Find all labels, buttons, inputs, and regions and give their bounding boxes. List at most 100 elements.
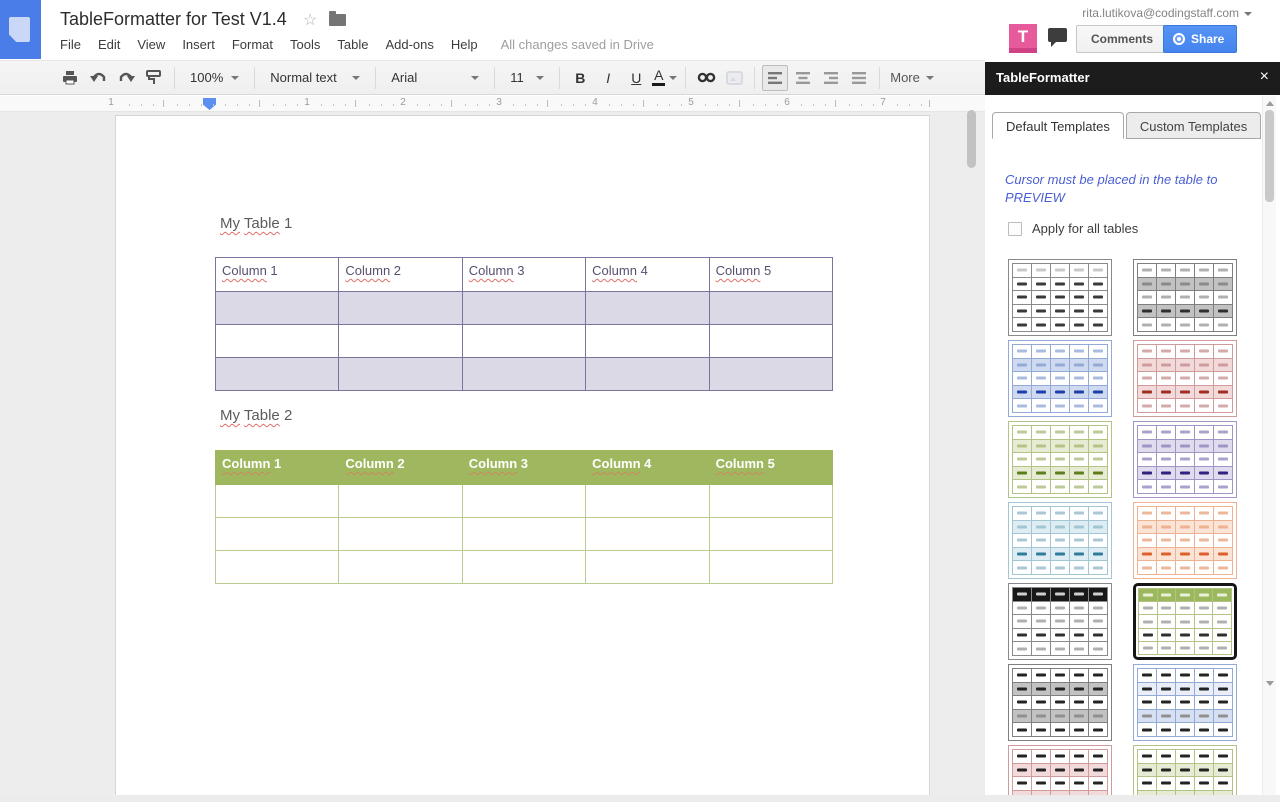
doc-table-2[interactable]: Column 1Column 2Column 3Column 4Column 5 [215,450,833,584]
doc-table-cell[interactable] [586,551,709,584]
comments-button[interactable]: Comments [1076,25,1168,53]
menu-item-help[interactable]: Help [451,37,478,52]
more-button[interactable]: More [890,70,934,85]
template-purple-striped[interactable] [1133,421,1237,498]
template-orange-striped[interactable] [1133,502,1237,579]
align-justify-button[interactable] [846,65,872,91]
insert-image-button[interactable] [721,65,747,91]
doc-table-cell[interactable] [216,358,339,391]
doc-table-1[interactable]: Column 1Column 2Column 3Column 4Column 5 [215,257,833,391]
indent-marker[interactable] [203,98,216,110]
doc-table-header-cell[interactable]: Column 3 [462,258,585,292]
template-black-header[interactable] [1008,583,1112,660]
doc-table-header-cell[interactable]: Column 1 [216,258,339,292]
doc-table-cell[interactable] [709,325,832,358]
table-heading-1[interactable]: My Table 1 [220,215,292,232]
account-email[interactable]: rita.lutikova@codingstaff.com [1082,6,1252,20]
template-blue-striped[interactable] [1008,340,1112,417]
redo-button[interactable] [113,65,139,91]
insert-link-button[interactable] [693,65,719,91]
doc-table-cell[interactable] [586,325,709,358]
share-button[interactable]: Share [1163,25,1237,53]
italic-button[interactable]: I [595,65,621,91]
template-plain[interactable] [1008,259,1112,336]
template-gray-striped[interactable] [1133,259,1237,336]
doc-table-cell[interactable] [462,551,585,584]
menu-item-format[interactable]: Format [232,37,273,52]
doc-table-cell[interactable] [586,358,709,391]
doc-table-cell[interactable] [462,325,585,358]
underline-button[interactable]: U [623,65,649,91]
doc-table-header-cell[interactable]: Column 5 [709,258,832,292]
doc-table-header-cell[interactable]: Column 3 [462,451,585,485]
doc-table-header-cell[interactable]: Column 4 [586,258,709,292]
doc-table-cell[interactable] [709,358,832,391]
template-gray-striped-bold[interactable] [1008,664,1112,741]
menu-item-tools[interactable]: Tools [290,37,320,52]
zoom-select[interactable]: 100% [183,65,246,91]
menu-item-edit[interactable]: Edit [98,37,120,52]
comment-bubble-icon[interactable] [1048,28,1067,42]
paint-format-button[interactable] [141,65,167,91]
paragraph-style-select[interactable]: Normal text [263,65,367,91]
doc-table-cell[interactable] [462,292,585,325]
doc-table-cell[interactable] [709,485,832,518]
doc-table-cell[interactable] [339,358,462,391]
doc-table-cell[interactable] [216,551,339,584]
align-right-button[interactable] [818,65,844,91]
document-scrollbar-thumb[interactable] [967,110,976,168]
align-left-button[interactable] [762,65,788,91]
scroll-down-icon[interactable] [1266,681,1274,686]
doc-table-cell[interactable] [462,485,585,518]
doc-table-cell[interactable] [586,518,709,551]
star-icon[interactable]: ☆ [303,10,317,30]
document-title[interactable]: TableFormatter for Test V1.4 [60,9,287,30]
doc-table-cell[interactable] [462,518,585,551]
template-cyan-striped[interactable] [1008,502,1112,579]
template-green-striped[interactable] [1008,421,1112,498]
menu-item-file[interactable]: File [60,37,81,52]
template-green-header[interactable] [1133,583,1237,660]
sidebar-scrollbar[interactable] [1262,96,1276,802]
doc-table-cell[interactable] [709,292,832,325]
avatar[interactable]: T [1009,24,1037,53]
undo-button[interactable] [85,65,111,91]
doc-table-cell[interactable] [339,325,462,358]
apply-all-checkbox[interactable] [1008,222,1022,236]
scroll-up-icon[interactable] [1266,101,1274,106]
doc-table-header-cell[interactable]: Column 1 [216,451,339,485]
menu-item-table[interactable]: Table [337,37,368,52]
folder-icon[interactable] [329,14,346,26]
doc-table-header-cell[interactable]: Column 5 [709,451,832,485]
bold-button[interactable]: B [567,65,593,91]
docs-logo-icon[interactable] [0,0,41,59]
doc-table-cell[interactable] [709,551,832,584]
doc-table-cell[interactable] [709,518,832,551]
menu-item-addons[interactable]: Add-ons [385,37,433,52]
doc-table-header-cell[interactable]: Column 4 [586,451,709,485]
align-center-button[interactable] [790,65,816,91]
doc-table-cell[interactable] [216,485,339,518]
doc-table-cell[interactable] [339,551,462,584]
doc-table-header-cell[interactable]: Column 2 [339,258,462,292]
template-red-striped-bold[interactable] [1008,745,1112,802]
doc-table-header-cell[interactable]: Column 2 [339,451,462,485]
print-button[interactable] [57,65,83,91]
doc-table-cell[interactable] [216,518,339,551]
doc-table-cell[interactable] [586,485,709,518]
font-select[interactable]: Arial [384,65,486,91]
text-color-button[interactable]: A [651,65,678,91]
menu-item-view[interactable]: View [137,37,165,52]
template-red-striped[interactable] [1133,340,1237,417]
doc-table-cell[interactable] [339,292,462,325]
doc-table-cell[interactable] [462,358,585,391]
template-blue-bordered-bold[interactable] [1133,664,1237,741]
tab-default-templates[interactable]: Default Templates [992,112,1124,139]
sidebar-scrollbar-thumb[interactable] [1265,110,1274,202]
doc-table-cell[interactable] [339,485,462,518]
close-icon[interactable]: × [1260,68,1269,86]
document-page[interactable]: My Table 1Column 1Column 2Column 3Column… [115,115,930,802]
font-size-select[interactable]: 11 [503,65,551,91]
doc-table-cell[interactable] [216,325,339,358]
table-heading-2[interactable]: My Table 2 [220,407,292,424]
